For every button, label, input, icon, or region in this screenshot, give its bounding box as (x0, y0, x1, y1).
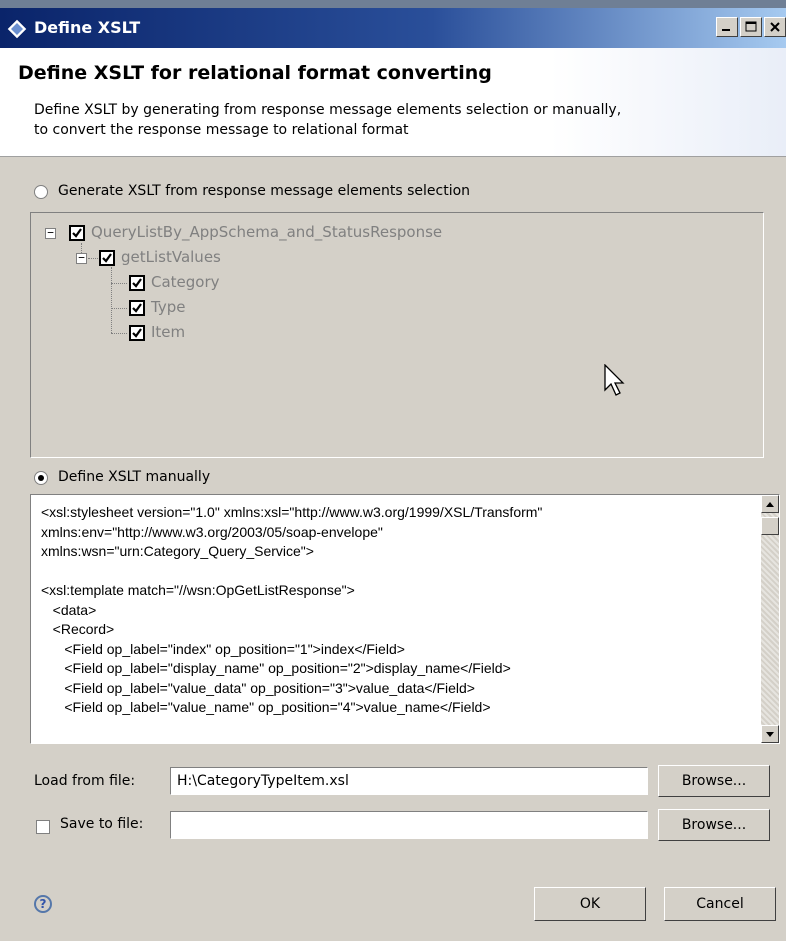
page-description: Define XSLT by generating from response … (34, 102, 622, 138)
scroll-thumb[interactable] (761, 517, 779, 535)
code-line: <Field op_label="index" op_position="1">… (41, 640, 405, 657)
load-browse-button[interactable]: Browse... (658, 765, 770, 797)
help-icon[interactable]: ? (34, 895, 52, 913)
checkmark-icon (102, 253, 112, 263)
load-from-file-label: Load from file: (34, 773, 136, 789)
maximize-icon (745, 21, 757, 32)
generate-xslt-radio[interactable] (34, 185, 48, 199)
background-window-strip (0, 0, 786, 8)
save-to-file-label[interactable]: Save to file: (60, 816, 143, 832)
checkmark-icon (132, 278, 142, 288)
scroll-down-button[interactable] (761, 725, 779, 743)
minimize-icon (722, 29, 730, 31)
save-file-path-input[interactable] (170, 811, 648, 839)
code-line: xmlns:wsn="urn:Category_Query_Service"> (41, 543, 314, 559)
checkbox-type[interactable] (129, 300, 145, 316)
checkmark-icon (72, 228, 82, 238)
scroll-up-button[interactable] (761, 495, 779, 513)
dialog-header: Define XSLT for relational format conver… (0, 48, 786, 157)
minimize-button[interactable] (716, 17, 738, 37)
tree-item-category[interactable]: Category (151, 273, 220, 291)
element-selection-tree[interactable]: − QueryListBy_AppSchema_and_StatusRespon… (30, 212, 764, 458)
load-file-path-input[interactable]: H:\CategoryTypeItem.xsl (170, 767, 648, 795)
vertical-scrollbar[interactable] (761, 495, 779, 743)
cancel-button[interactable]: Cancel (664, 887, 776, 921)
close-icon (770, 22, 780, 32)
close-button[interactable] (764, 17, 786, 37)
checkmark-icon (132, 328, 142, 338)
tree-item-root[interactable]: QueryListBy_AppSchema_and_StatusResponse (91, 223, 442, 241)
save-browse-button[interactable]: Browse... (658, 809, 770, 841)
tree-item-item[interactable]: Item (151, 323, 185, 341)
checkbox-getlistvalues[interactable] (99, 250, 115, 266)
checkbox-root[interactable] (69, 225, 85, 241)
code-line: <data> (41, 601, 97, 618)
window-title: Define XSLT (34, 18, 141, 37)
checkbox-item[interactable] (129, 325, 145, 341)
collapse-icon[interactable]: − (45, 227, 56, 239)
eclipse-diamond-icon (6, 18, 28, 40)
code-line: <Field op_label="value_name" op_position… (41, 699, 491, 715)
code-line: xmlns:env="http://www.w3.org/2003/05/soa… (41, 523, 383, 540)
arrow-up-icon (766, 502, 774, 507)
checkbox-category[interactable] (129, 275, 145, 291)
tree-item-type[interactable]: Type (151, 298, 185, 316)
define-manually-label[interactable]: Define XSLT manually (58, 469, 210, 485)
mouse-pointer-icon (604, 364, 625, 396)
code-line: <Field op_label="value_data" op_position… (41, 679, 475, 696)
collapse-icon[interactable]: − (76, 252, 87, 264)
title-bar[interactable]: Define XSLT (0, 8, 786, 48)
xslt-code[interactable]: <xsl:stylesheet version="1.0" xmlns:xsl=… (41, 503, 751, 718)
save-to-file-checkbox[interactable] (36, 820, 50, 834)
maximize-button[interactable] (740, 17, 762, 37)
code-line: <xsl:template match="//wsn:OpGetListResp… (41, 582, 355, 598)
code-line: <Field op_label="display_name" op_positi… (41, 660, 511, 676)
generate-xslt-label[interactable]: Generate XSLT from response message elem… (58, 183, 470, 199)
code-line: <Record> (41, 621, 115, 637)
page-title: Define XSLT for relational format conver… (18, 62, 492, 84)
code-line: <xsl:stylesheet version="1.0" xmlns:xsl=… (41, 504, 543, 520)
define-manually-radio[interactable] (34, 471, 48, 485)
xslt-editor[interactable]: <xsl:stylesheet version="1.0" xmlns:xsl=… (30, 494, 780, 744)
ok-button[interactable]: OK (534, 887, 646, 921)
tree-item-getlistvalues[interactable]: getListValues (121, 248, 221, 266)
arrow-down-icon (766, 732, 774, 737)
checkmark-icon (132, 303, 142, 313)
